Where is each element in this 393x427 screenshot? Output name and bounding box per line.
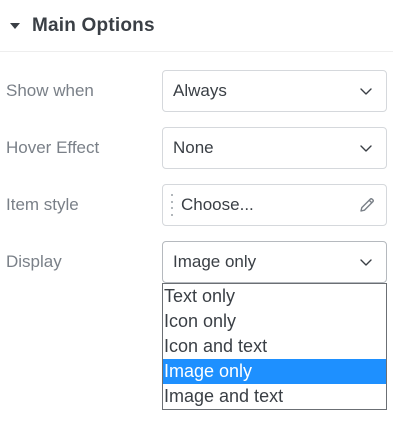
item-style-value: Choose...	[181, 195, 254, 214]
display-row: Display Image only	[0, 241, 393, 283]
item-style-label: Item style	[6, 195, 79, 214]
show-when-select[interactable]: Always	[162, 70, 387, 112]
hover-effect-label: Hover Effect	[6, 138, 100, 157]
section-title: Main Options	[32, 14, 155, 36]
chevron-down-icon	[358, 140, 374, 156]
display-select[interactable]: Image only	[162, 241, 387, 283]
show-when-label: Show when	[6, 81, 94, 100]
hover-effect-value: None	[173, 138, 214, 157]
display-option[interactable]: Icon only	[163, 309, 386, 334]
display-option-selected[interactable]: Image only	[163, 359, 386, 384]
chevron-down-icon	[358, 83, 374, 99]
display-option[interactable]: Image and text	[163, 384, 386, 409]
display-label: Display	[6, 252, 62, 271]
item-style-chooser[interactable]: Choose...	[162, 184, 387, 226]
display-value: Image only	[173, 252, 257, 271]
hover-effect-select[interactable]: None	[162, 127, 387, 169]
show-when-value: Always	[173, 81, 227, 100]
chevron-down-icon	[358, 254, 374, 270]
show-when-row: Show when Always	[0, 70, 393, 112]
display-option[interactable]: Icon and text	[163, 334, 386, 359]
display-option[interactable]: Text only	[163, 284, 386, 309]
settings-panel: Main Options Show when Always Hover Effe…	[0, 0, 393, 427]
hover-effect-row: Hover Effect None	[0, 127, 393, 169]
caret-down-icon	[10, 22, 20, 29]
pencil-icon[interactable]	[357, 195, 377, 215]
display-options-list: Text only Icon only Icon and text Image …	[162, 283, 387, 410]
drag-handle-icon	[170, 194, 174, 216]
main-options-section-toggle[interactable]: Main Options	[0, 0, 393, 52]
item-style-row: Item style Choose...	[0, 184, 393, 226]
